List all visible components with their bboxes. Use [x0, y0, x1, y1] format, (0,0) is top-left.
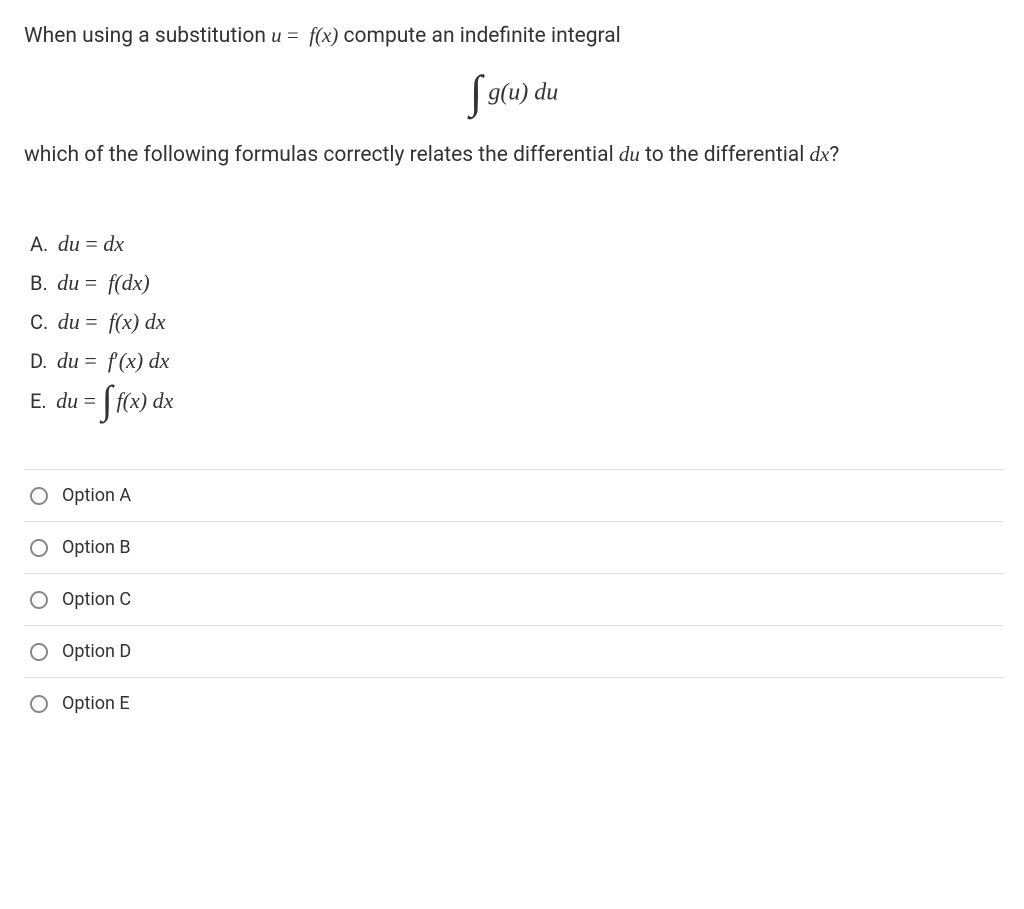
eq: =: [79, 270, 102, 295]
answer-label: E.: [30, 389, 47, 413]
rhs-arg: (x) dx: [119, 348, 170, 373]
lhs: du: [58, 231, 80, 256]
q2-du: du: [619, 142, 640, 166]
option-e[interactable]: Option E: [24, 677, 1004, 729]
lhs: du: [56, 388, 78, 413]
lhs: du: [57, 270, 79, 295]
answer-list: A. du = dx B. du = f(dx) C. du = f(x) dx…: [30, 227, 1004, 423]
answer-b: B. du = f(dx): [30, 266, 1004, 299]
rhs-arg: (x) dx: [123, 388, 174, 413]
option-label: Option A: [62, 482, 131, 509]
answer-e: E. du = ∫f(x) dx: [30, 383, 1004, 423]
q2-end: ?: [829, 143, 839, 167]
lhs: du: [58, 309, 80, 334]
answer-c: C. du = f(x) dx: [30, 305, 1004, 338]
q-text-1: When using a substitution: [24, 24, 271, 48]
option-b[interactable]: Option B: [24, 521, 1004, 573]
integrand-u: (u): [500, 79, 528, 105]
question-line1: When using a substitution u = f(x) compu…: [24, 20, 1004, 53]
answer-label: A.: [30, 232, 48, 256]
q-sub-eq: =: [282, 23, 304, 47]
q-sub-lhs: u: [271, 23, 282, 47]
q-sub-rhs: f(x): [309, 23, 338, 47]
radio-icon[interactable]: [30, 695, 48, 713]
radio-icon[interactable]: [30, 487, 48, 505]
option-label: Option E: [62, 690, 130, 717]
question-line2: which of the following formulas correctl…: [24, 139, 1004, 172]
q-text-2: compute an indefinite integral: [338, 24, 620, 48]
radio-icon[interactable]: [30, 643, 48, 661]
q2-mid: to the differential: [640, 143, 810, 167]
answer-label: B.: [30, 271, 48, 295]
rhs: dx: [103, 231, 124, 256]
option-label: Option C: [62, 586, 131, 613]
answer-d: D. du = f′(x) dx: [30, 344, 1004, 377]
integral-sign-icon: ∫: [470, 69, 483, 115]
lhs: du: [57, 348, 79, 373]
integrand-du: du: [528, 79, 558, 105]
radio-options: Option A Option B Option C Option D Opti…: [24, 469, 1004, 729]
eq: =: [78, 388, 101, 413]
answer-label: C.: [30, 310, 48, 334]
q2-dx: dx: [810, 142, 830, 166]
radio-icon[interactable]: [30, 539, 48, 557]
eq: =: [80, 231, 103, 256]
eq: =: [80, 309, 103, 334]
rhs-arg: (dx): [114, 270, 149, 295]
option-label: Option B: [62, 534, 131, 561]
display-integral: ∫g(u) du: [24, 71, 1004, 117]
integral-sign-icon: ∫: [102, 380, 113, 420]
q2-pre: which of the following formulas correctl…: [24, 143, 619, 167]
rhs-arg: (x) dx: [115, 309, 166, 334]
radio-icon[interactable]: [30, 591, 48, 609]
option-a[interactable]: Option A: [24, 469, 1004, 521]
answer-a: A. du = dx: [30, 227, 1004, 260]
option-c[interactable]: Option C: [24, 573, 1004, 625]
option-d[interactable]: Option D: [24, 625, 1004, 677]
answer-label: D.: [30, 349, 47, 373]
option-label: Option D: [62, 638, 131, 665]
integrand-g: g: [488, 79, 500, 105]
eq: =: [79, 348, 102, 373]
